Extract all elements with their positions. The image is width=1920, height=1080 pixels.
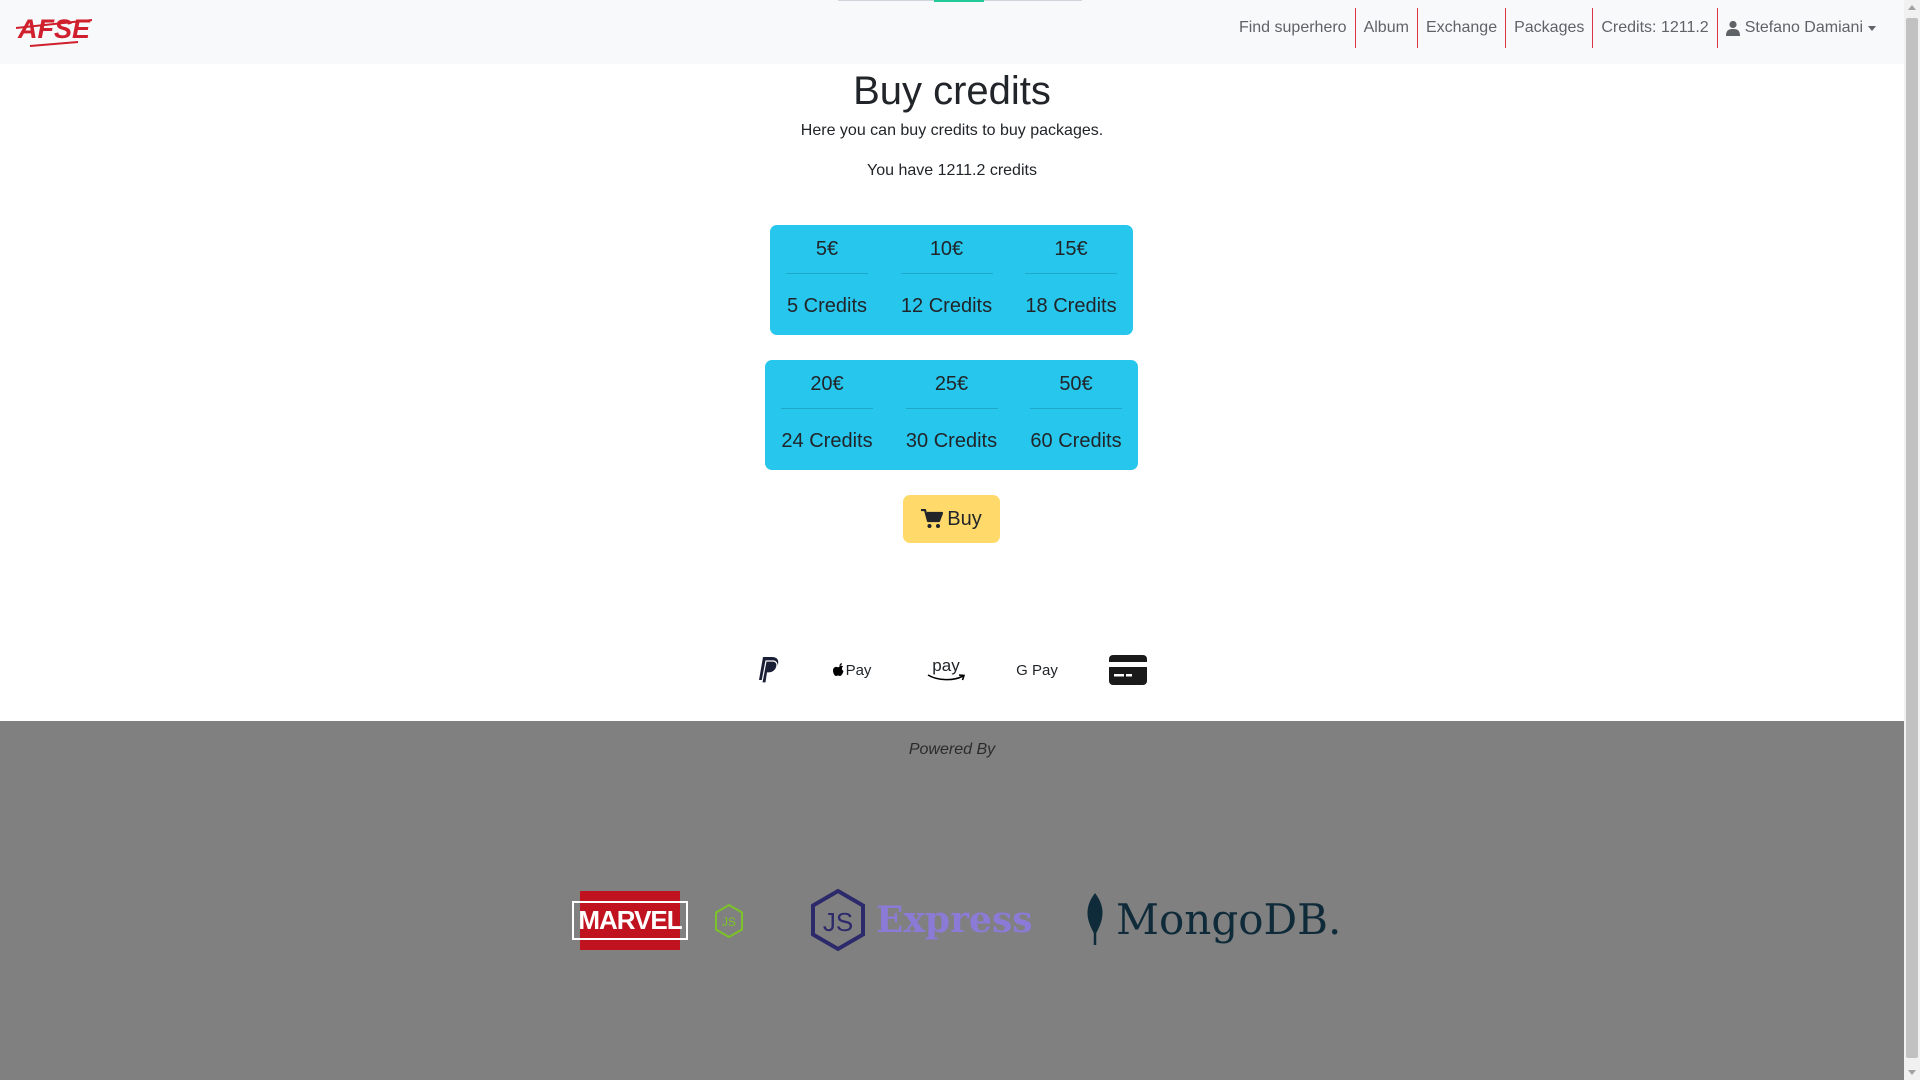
nodejs-hex-icon: JS — [715, 903, 743, 939]
page-subtitle: Here you can buy credits to buy packages… — [800, 122, 1104, 139]
nav-link-packages[interactable]: Packages — [1506, 8, 1592, 48]
pack-credits: 5 Credits — [786, 295, 868, 317]
svg-text:JS: JS — [823, 907, 853, 937]
apple-icon — [832, 663, 844, 676]
credit-pack-10[interactable]: 10€ 12 Credits — [900, 225, 993, 335]
pack-price: 50€ — [1059, 373, 1093, 395]
payment-methods: Pay pay G Pay — [0, 653, 1904, 687]
pack-price: 25€ — [934, 373, 969, 395]
credit-pack-group-2: 20€ 24 Credits 25€ 30 Credits 50€ 60 Cre… — [765, 360, 1138, 470]
nav-credits[interactable]: Credits: 1211.2 — [1593, 8, 1716, 48]
apple-pay-icon[interactable]: Pay — [830, 653, 874, 687]
brand-logo[interactable]: AFSE — [12, 6, 96, 52]
amazon-pay-icon[interactable]: pay — [922, 653, 970, 687]
scroll-up-arrow-icon[interactable] — [1908, 5, 1916, 10]
amazon-pay-label: pay — [932, 656, 960, 675]
marvel-logo-text: MARVEL — [572, 901, 688, 940]
mongodb-logo[interactable]: MongoDB. — [1080, 891, 1341, 947]
chevron-down-icon — [1868, 25, 1876, 31]
pack-divider — [1030, 408, 1122, 409]
user-icon — [1725, 20, 1740, 36]
user-dropdown[interactable]: Stefano Damiani — [1718, 8, 1884, 48]
credit-pack-5[interactable]: 5€ 5 Credits — [786, 225, 868, 335]
pack-price: 15€ — [1054, 238, 1088, 260]
user-name: Stefano Damiani — [1744, 19, 1863, 36]
main-content: Buy credits Here you can buy credits to … — [0, 64, 1904, 721]
pack-price: 5€ — [815, 238, 839, 260]
express-badge-icon: JS — [811, 888, 865, 952]
google-pay-icon[interactable]: G Pay — [1014, 653, 1060, 687]
svg-text:AFSE: AFSE — [17, 14, 91, 44]
marvel-logo[interactable]: MARVEL — [572, 891, 688, 950]
cart-icon — [921, 509, 944, 528]
credit-pack-25[interactable]: 25€ 30 Credits — [905, 360, 998, 470]
page-title: Buy credits — [853, 69, 1051, 113]
nav-menu: Find superhero Album Exchange Packages C… — [1231, 8, 1884, 48]
pack-divider — [1025, 273, 1117, 274]
mongodb-leaf-icon — [1087, 893, 1103, 945]
pack-divider — [905, 408, 998, 409]
pack-divider — [781, 408, 873, 409]
amazon-icon — [927, 674, 966, 681]
apple-pay-label: Pay — [845, 661, 872, 679]
pack-price: 10€ — [929, 238, 964, 260]
paypal-icon[interactable] — [756, 653, 782, 687]
buy-button[interactable]: Buy — [903, 495, 1000, 543]
svg-text:JS: JS — [722, 915, 736, 929]
top-progress-accent — [934, 0, 984, 2]
pack-credits: 30 Credits — [905, 430, 998, 452]
scroll-thumb[interactable] — [1906, 18, 1918, 1058]
express-logo-text: Express — [876, 899, 1033, 941]
mongodb-logo-text: MongoDB. — [1116, 894, 1342, 944]
buy-button-label: Buy — [947, 507, 982, 530]
credit-balance-text: You have 1211.2 credits — [867, 162, 1037, 179]
credit-pack-20[interactable]: 20€ 24 Credits — [781, 360, 873, 470]
credit-pack-15[interactable]: 15€ 18 Credits — [1025, 225, 1117, 335]
pack-credits: 12 Credits — [900, 295, 993, 317]
google-icon: G Pay — [1016, 661, 1058, 679]
footer: Powered By MARVEL JS JS Express MongoDB. — [0, 721, 1904, 1080]
pack-credits: 24 Credits — [781, 430, 873, 452]
pack-credits: 18 Credits — [1025, 295, 1117, 317]
pack-divider — [786, 273, 868, 274]
nav-link-find-superhero[interactable]: Find superhero — [1231, 8, 1355, 48]
credit-pack-group-1: 5€ 5 Credits 10€ 12 Credits 15€ 18 Credi… — [770, 225, 1133, 335]
express-logo[interactable]: JS Express — [808, 888, 1032, 952]
pack-price: 20€ — [810, 373, 844, 395]
navbar: AFSE Find superhero Album Exchange Packa… — [0, 0, 1904, 64]
powered-by-label: Powered By — [908, 741, 996, 758]
nav-link-exchange[interactable]: Exchange — [1418, 8, 1505, 48]
scroll-down-arrow-icon[interactable] — [1908, 1070, 1916, 1075]
credit-pack-50[interactable]: 50€ 60 Credits — [1030, 360, 1122, 470]
nodejs-logo[interactable]: JS — [713, 903, 745, 939]
nav-link-album[interactable]: Album — [1356, 8, 1417, 48]
pack-divider — [900, 273, 993, 274]
pack-credits: 60 Credits — [1030, 430, 1122, 452]
page-scrollbar[interactable] — [1904, 0, 1920, 1080]
credit-card-icon[interactable] — [1108, 653, 1148, 687]
